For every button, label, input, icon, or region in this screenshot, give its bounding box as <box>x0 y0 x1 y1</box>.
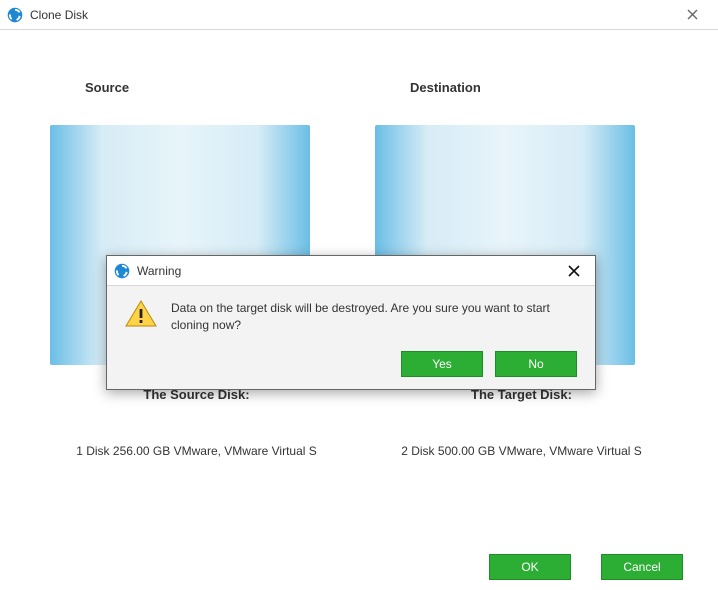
warning-dialog: Warning Data on the target disk will be … <box>106 255 596 390</box>
app-icon <box>113 262 131 280</box>
cancel-button[interactable]: Cancel <box>601 554 683 580</box>
dialog-message: Data on the target disk will be destroye… <box>171 300 577 335</box>
dialog-title: Warning <box>137 264 557 278</box>
no-button[interactable]: No <box>495 351 577 377</box>
source-label: Source <box>85 80 129 95</box>
destination-label: Destination <box>410 80 481 95</box>
yes-button[interactable]: Yes <box>401 351 483 377</box>
dialog-titlebar: Warning <box>107 256 595 286</box>
window-title: Clone Disk <box>30 8 672 22</box>
titlebar: Clone Disk <box>0 0 718 30</box>
source-disk-description: 1 Disk 256.00 GB VMware, VMware Virtual … <box>40 442 353 460</box>
content: Source Destination The Source Disk: The … <box>0 30 718 590</box>
warning-icon <box>125 300 157 328</box>
ok-button[interactable]: OK <box>489 554 571 580</box>
app-icon <box>6 6 24 24</box>
target-disk-description: 2 Disk 500.00 GB VMware, VMware Virtual … <box>365 442 678 460</box>
window-close-button[interactable] <box>672 1 712 29</box>
dialog-close-button[interactable] <box>557 258 591 284</box>
